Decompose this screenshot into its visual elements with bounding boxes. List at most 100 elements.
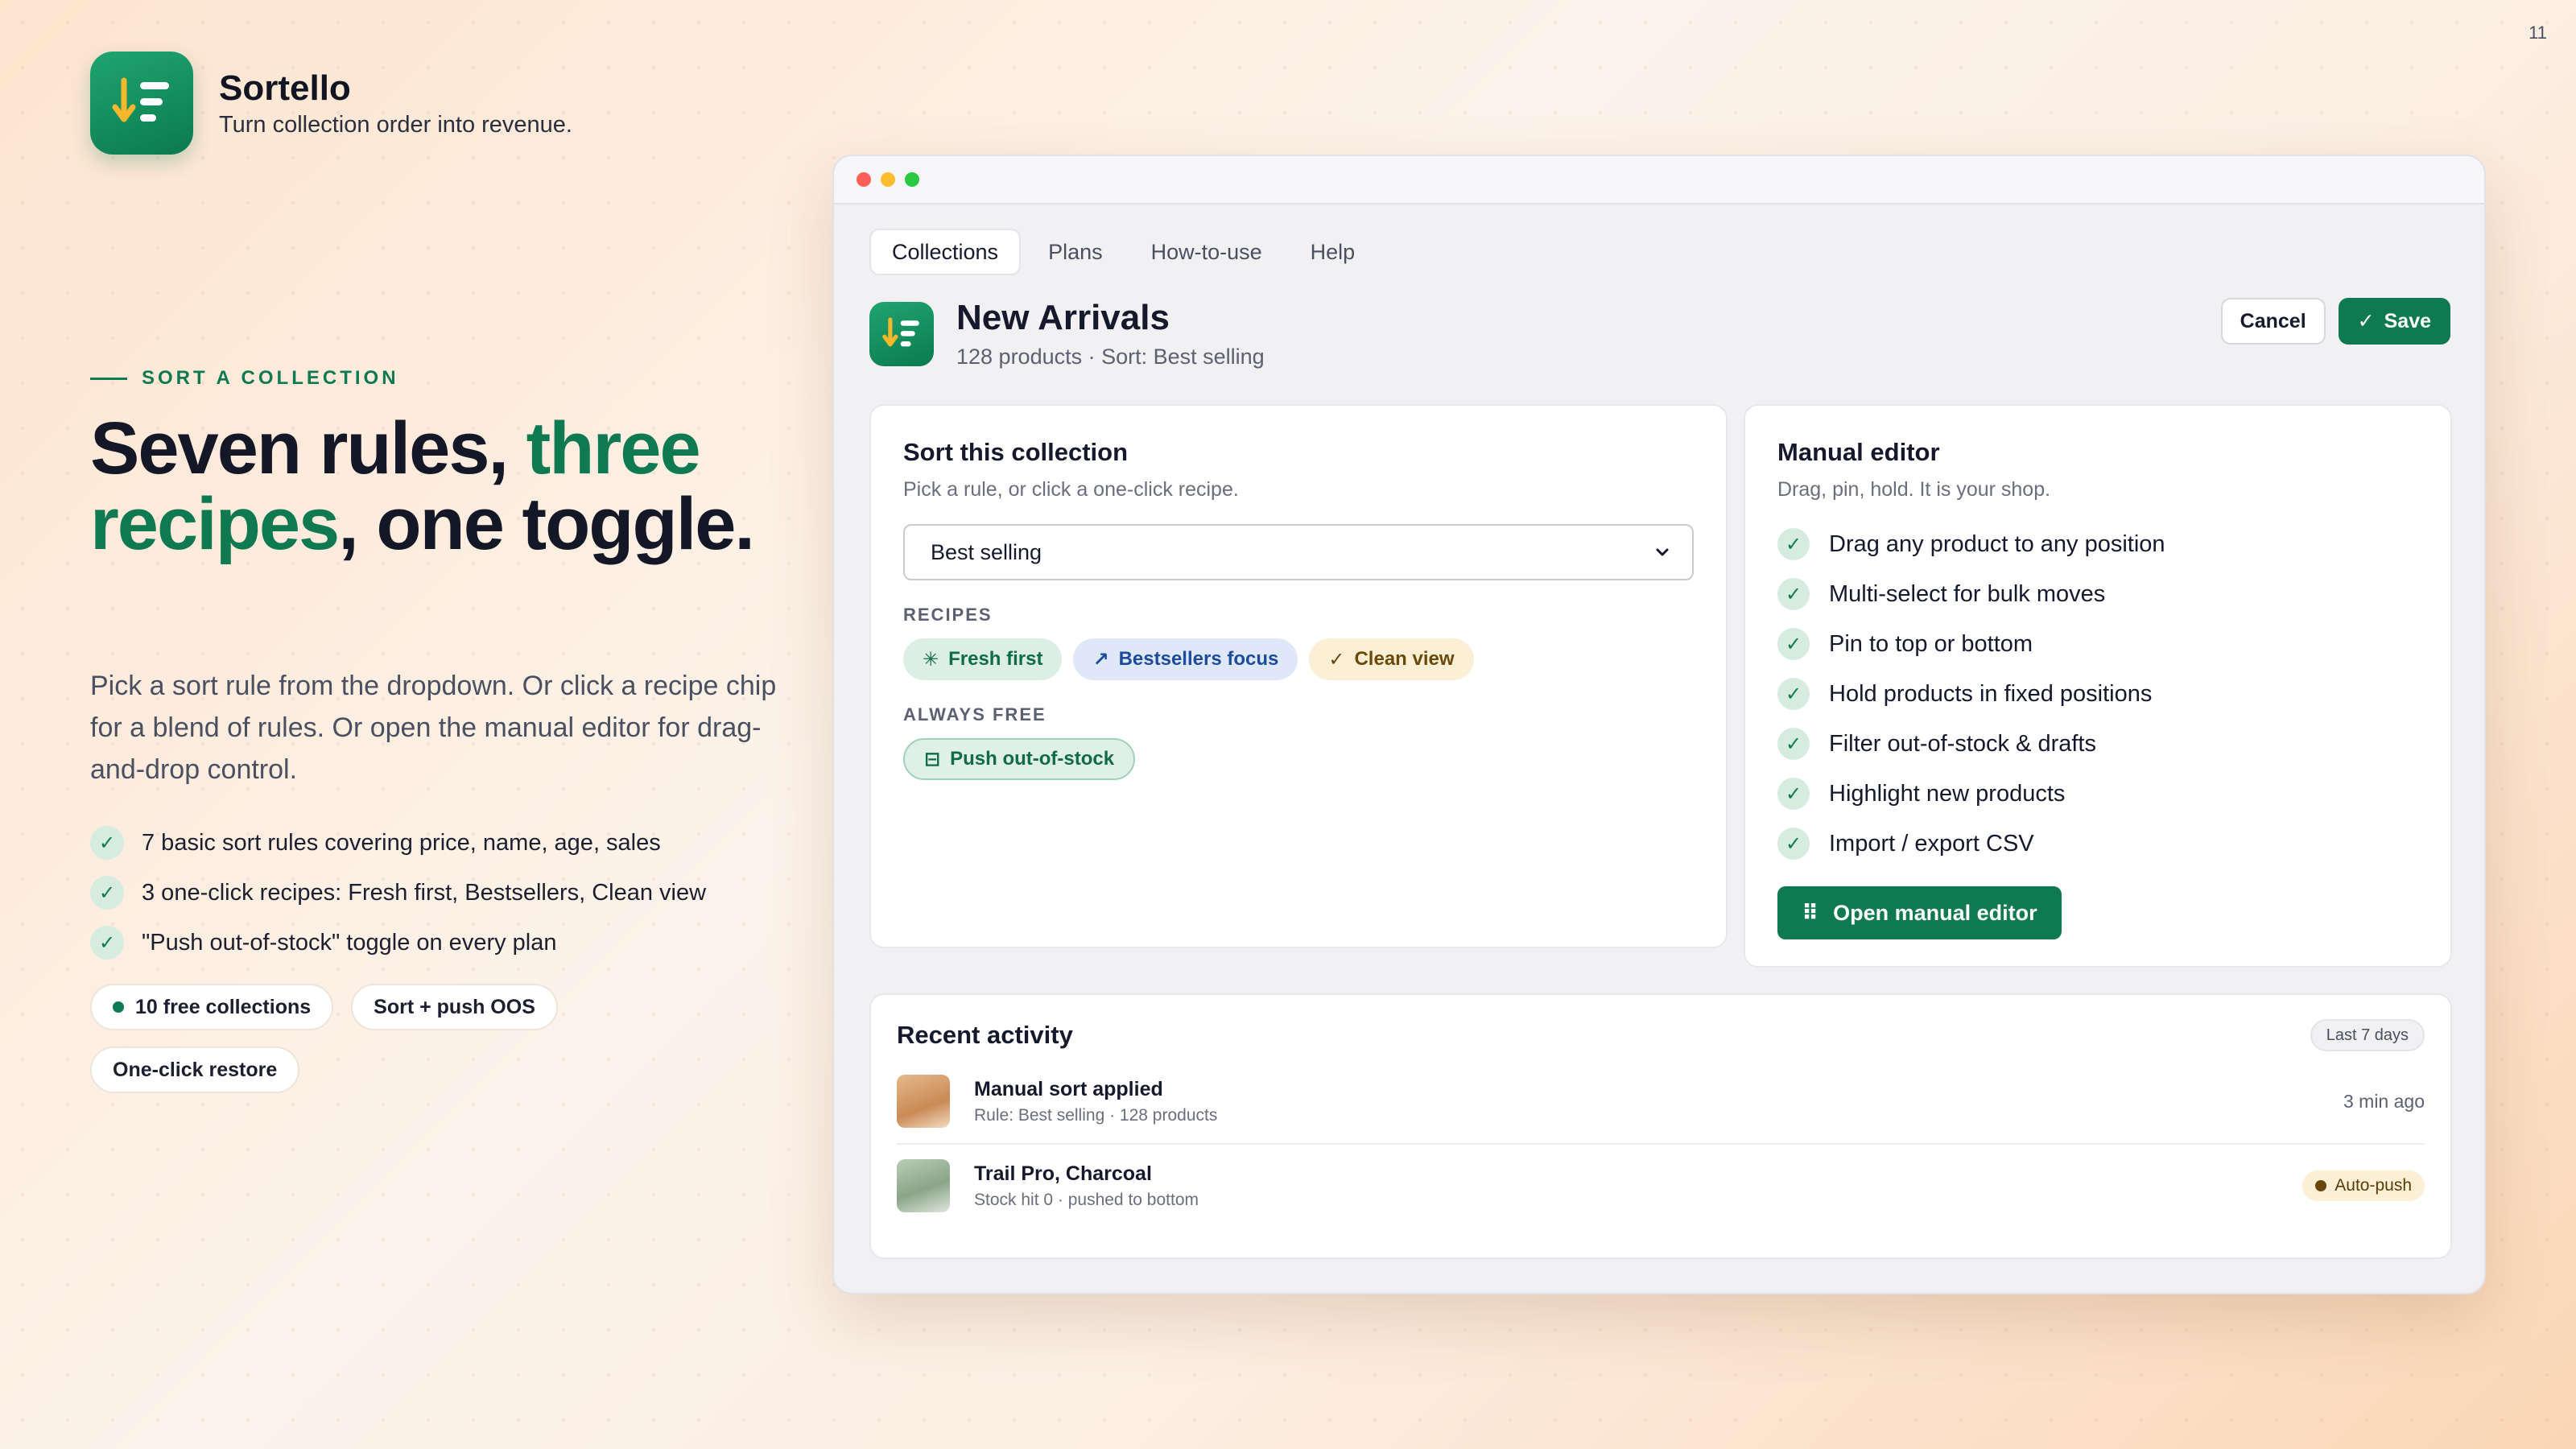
tab-plans[interactable]: Plans bbox=[1027, 229, 1124, 275]
bullet-text: 7 basic sort rules covering price, name,… bbox=[142, 829, 661, 856]
check-icon: ✓ bbox=[2357, 310, 2375, 332]
activity-title-text: Manual sort applied bbox=[974, 1077, 1163, 1100]
select-value: Best selling bbox=[931, 539, 1042, 564]
feature-text: Drag any product to any position bbox=[1829, 530, 2165, 557]
feature-item: ✓ Drag any product to any position bbox=[1777, 519, 2418, 569]
headline-part2: , one toggle. bbox=[338, 483, 755, 565]
status-dot-icon bbox=[113, 1001, 124, 1013]
activity-header: Recent activity Last 7 days bbox=[897, 1019, 2425, 1051]
feature-bullets: ✓ 7 basic sort rules covering price, name… bbox=[90, 818, 706, 968]
pill-free-collections: 10 free collections bbox=[90, 984, 334, 1030]
drag-handle-icon: ⠿ bbox=[1802, 900, 1819, 925]
feature-item: ✓ Filter out-of-stock & drafts bbox=[1777, 719, 2418, 769]
cancel-button[interactable]: Cancel bbox=[2220, 298, 2326, 345]
chevron-down-icon bbox=[1656, 548, 1669, 556]
feature-text: Filter out-of-stock & drafts bbox=[1829, 730, 2096, 757]
headline-part1: Seven rules, bbox=[90, 407, 526, 489]
feature-text: Hold products in fixed positions bbox=[1829, 680, 2153, 707]
page-header: New Arrivals 128 products · Sort: Best s… bbox=[869, 298, 1265, 369]
bullet-item: ✓ "Push out-of-stock" toggle on every pla… bbox=[90, 918, 706, 968]
product-thumbnail bbox=[897, 1075, 950, 1128]
check-icon: ✓ bbox=[90, 926, 124, 960]
save-label: Save bbox=[2384, 309, 2431, 332]
open-editor-label: Open manual editor bbox=[1833, 900, 2037, 925]
sort-rule-select[interactable]: Best selling bbox=[903, 524, 1694, 580]
recipe-fresh-first[interactable]: ✳ Fresh first bbox=[903, 638, 1063, 680]
header-actions: Cancel ✓ Save bbox=[2220, 298, 2450, 345]
bullet-item: ✓ 7 basic sort rules covering price, name… bbox=[90, 818, 706, 868]
tab-help[interactable]: Help bbox=[1290, 229, 1377, 275]
push-out-of-stock-toggle[interactable]: ⊟ Push out-of-stock bbox=[903, 738, 1136, 780]
feature-item: ✓ Pin to top or bottom bbox=[1777, 619, 2418, 669]
feature-text: Multi-select for bulk moves bbox=[1829, 580, 2106, 607]
bullet-text: 3 one-click recipes: Fresh first, Bestse… bbox=[142, 879, 707, 906]
collection-icon bbox=[869, 301, 934, 366]
chip-label: Fresh first bbox=[948, 648, 1043, 670]
activity-list: Manual sort applied Rule: Best selling ·… bbox=[897, 1059, 2425, 1227]
check-icon: ✓ bbox=[1777, 678, 1810, 710]
feature-text: Highlight new products bbox=[1829, 780, 2066, 807]
window-titlebar bbox=[834, 156, 2484, 204]
section-eyebrow: SORT A COLLECTION bbox=[90, 367, 399, 390]
activity-row[interactable]: Manual sort applied Rule: Best selling ·… bbox=[897, 1059, 2425, 1143]
check-icon: ✓ bbox=[1777, 628, 1810, 660]
recipe-chips: ✳ Fresh first ↗ Bestsellers focus ✓ Clean v… bbox=[903, 638, 1694, 680]
sort-card-subtitle: Pick a rule, or click a one-click recipe… bbox=[903, 478, 1239, 501]
feature-item: ✓ Hold products in fixed positions bbox=[1777, 669, 2418, 719]
slide-number: 11 bbox=[2529, 23, 2547, 43]
page-title: New Arrivals bbox=[956, 298, 1170, 337]
recipe-clean-view[interactable]: ✓ Clean view bbox=[1309, 638, 1474, 680]
app-window: Collections Plans How-to-use Help New Ar… bbox=[832, 155, 2486, 1294]
check-icon: ✓ bbox=[1777, 528, 1810, 560]
pill-label: One-click restore bbox=[113, 1058, 278, 1081]
lede-paragraph: Pick a sort rule from the dropdown. Or c… bbox=[90, 671, 777, 785]
pill-group: 10 free collections Sort + push OOS One-… bbox=[90, 984, 654, 1093]
sortello-logo-icon bbox=[90, 52, 193, 155]
recent-activity-card: Recent activity Last 7 days Manual sort … bbox=[869, 993, 2452, 1259]
chip-label: Clean view bbox=[1354, 648, 1455, 670]
sort-card-title: Sort this collection bbox=[903, 438, 1129, 466]
chip-label: Bestsellers focus bbox=[1118, 648, 1279, 670]
headline: Seven rules, three recipes, one toggle. bbox=[90, 411, 799, 562]
open-manual-editor-button[interactable]: ⠿ Open manual editor bbox=[1777, 886, 2062, 939]
check-icon: ✓ bbox=[1777, 578, 1810, 610]
feature-item: ✓ Highlight new products bbox=[1777, 769, 2418, 819]
pill-sort-push: Sort + push OOS bbox=[351, 984, 558, 1030]
check-icon: ✓ bbox=[90, 826, 124, 860]
archive-icon: ⊟ bbox=[924, 748, 941, 770]
free-chips: ⊟ Push out-of-stock bbox=[903, 738, 1694, 780]
status-dot-icon bbox=[2315, 1180, 2327, 1191]
brand-tagline: Turn collection order into revenue. bbox=[219, 111, 572, 138]
pill-label: Sort + push OOS bbox=[374, 995, 535, 1018]
period-filter[interactable]: Last 7 days bbox=[2310, 1019, 2425, 1051]
tab-how-to-use[interactable]: How-to-use bbox=[1130, 229, 1283, 275]
tab-collections[interactable]: Collections bbox=[869, 229, 1022, 275]
pill-restore: One-click restore bbox=[90, 1046, 300, 1093]
activity-text: Manual sort applied Rule: Best selling ·… bbox=[974, 1078, 2343, 1125]
close-window-button[interactable] bbox=[857, 172, 871, 187]
feature-text: Import / export CSV bbox=[1829, 830, 2034, 857]
activity-timestamp: 3 min ago bbox=[2343, 1090, 2425, 1112]
badge-label: Auto-push bbox=[2334, 1176, 2412, 1195]
recipes-label: RECIPES bbox=[903, 605, 993, 625]
recipe-bestsellers-focus[interactable]: ↗ Bestsellers focus bbox=[1073, 638, 1298, 680]
check-icon: ✓ bbox=[1328, 648, 1345, 671]
eyebrow-line bbox=[90, 377, 127, 380]
save-button[interactable]: ✓ Save bbox=[2338, 298, 2450, 345]
manual-feature-list: ✓ Drag any product to any position ✓ Multi… bbox=[1777, 519, 2418, 869]
eyebrow-label: SORT A COLLECTION bbox=[142, 367, 399, 389]
feature-item: ✓ Multi-select for bulk moves bbox=[1777, 569, 2418, 619]
activity-row[interactable]: Trail Pro, Charcoal Stock hit 0 · pushed… bbox=[897, 1143, 2425, 1227]
maximize-window-button[interactable] bbox=[905, 172, 919, 187]
minimize-window-button[interactable] bbox=[881, 172, 895, 187]
feature-item: ✓ Import / export CSV bbox=[1777, 819, 2418, 869]
check-icon: ✓ bbox=[90, 876, 124, 910]
activity-title: Recent activity bbox=[897, 1021, 1073, 1049]
activity-title-text: Trail Pro, Charcoal bbox=[974, 1162, 1152, 1185]
manual-card-subtitle: Drag, pin, hold. It is your shop. bbox=[1777, 478, 2051, 501]
check-icon: ✓ bbox=[1777, 778, 1810, 810]
check-icon: ✓ bbox=[1777, 728, 1810, 760]
manual-card-title: Manual editor bbox=[1777, 438, 1940, 466]
sparkle-icon: ✳ bbox=[923, 648, 939, 671]
feature-text: Pin to top or bottom bbox=[1829, 630, 2033, 657]
